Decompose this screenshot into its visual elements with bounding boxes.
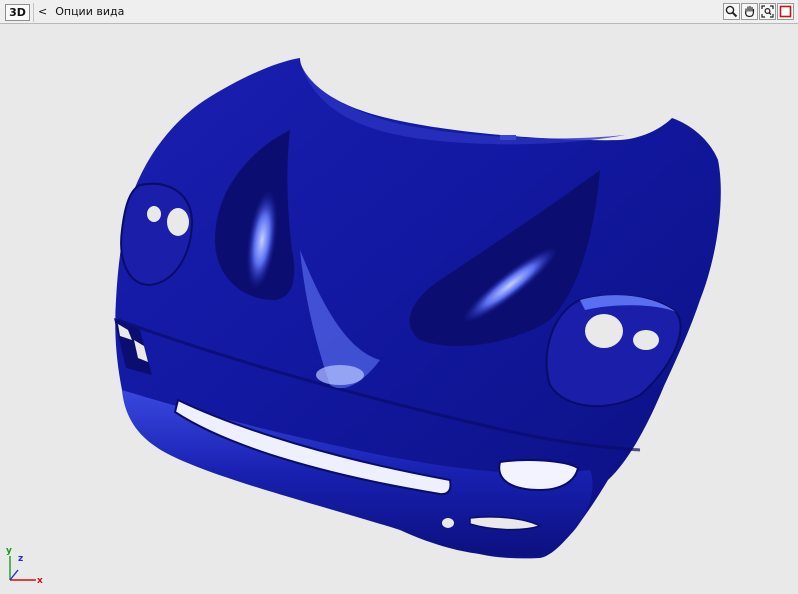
right-headlight-hole-b — [633, 330, 659, 350]
axis-z-label: z — [18, 554, 24, 564]
right-headlight-hole-a — [585, 314, 623, 348]
zoom-button[interactable] — [723, 3, 740, 20]
view-toolbar: 3D < Опции вида — [0, 0, 798, 24]
3d-mode-button[interactable]: 3D — [5, 4, 30, 21]
back-chevron-icon[interactable]: < — [38, 5, 47, 18]
toolbar-separator — [33, 3, 34, 22]
close-view-button[interactable] — [777, 3, 794, 20]
3d-viewport[interactable]: x y z — [0, 24, 798, 592]
axis-triad: x y z — [2, 546, 46, 590]
car-hood-model[interactable] — [0, 24, 798, 592]
close-view-icon — [779, 5, 792, 18]
axis-x-label: x — [37, 576, 43, 586]
axis-y-label: y — [6, 546, 12, 556]
top-surface-marker — [500, 135, 516, 140]
toolbar-tools — [723, 3, 794, 20]
nose-highlight — [316, 365, 364, 385]
left-headlight-hole-a — [147, 206, 161, 222]
fit-view-icon — [761, 5, 774, 18]
left-headlight-hole-b — [167, 208, 189, 236]
view-options-title: Опции вида — [55, 5, 125, 18]
pan-button[interactable] — [741, 3, 758, 20]
view-options-toggle[interactable]: < Опции вида — [38, 3, 124, 21]
pan-hand-icon — [744, 5, 755, 18]
fit-view-button[interactable] — [759, 3, 776, 20]
zoom-icon — [725, 5, 738, 18]
lower-fog-light-hole — [442, 518, 454, 528]
